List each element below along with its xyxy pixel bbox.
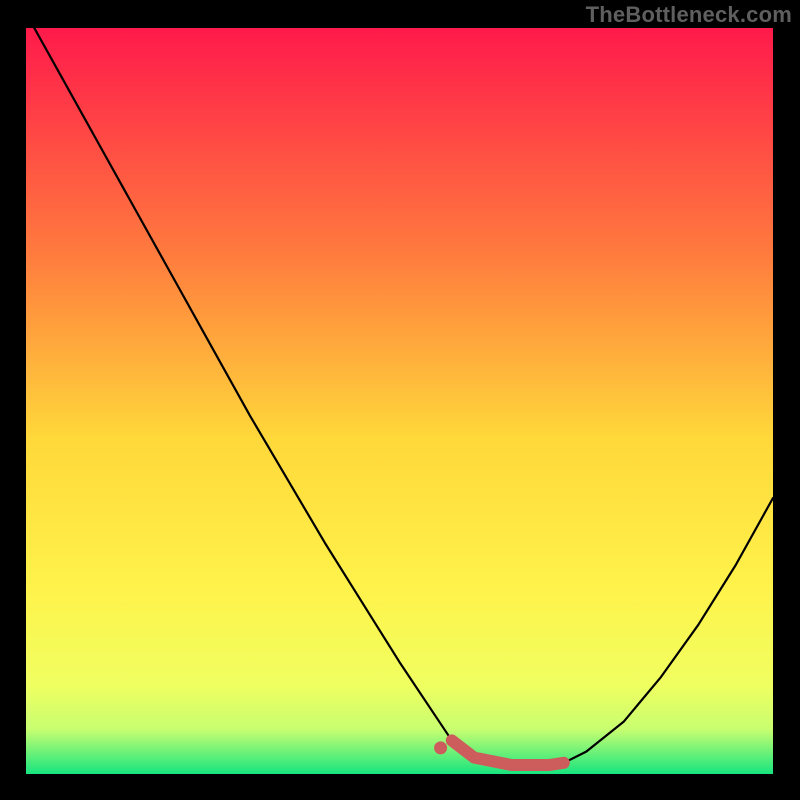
chart-svg [0,0,800,800]
watermark-text: TheBottleneck.com [586,2,792,28]
highlight-dot [434,741,447,754]
chart-container: TheBottleneck.com [0,0,800,800]
